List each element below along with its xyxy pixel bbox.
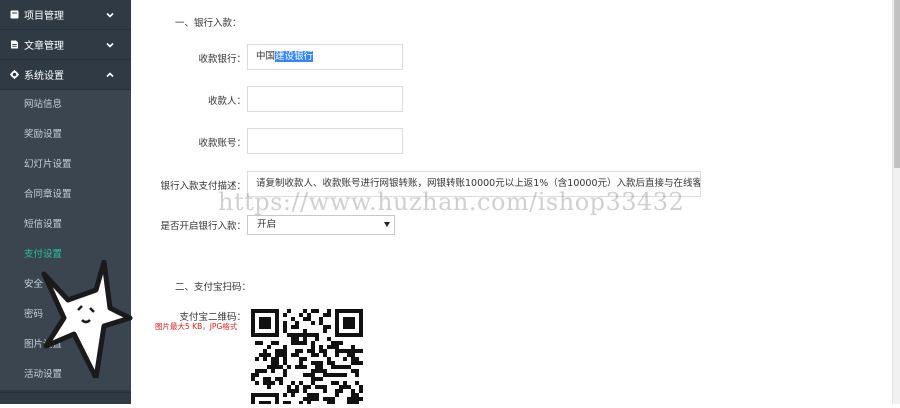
menu-group-next[interactable] bbox=[0, 392, 131, 404]
menu-group-label: 系统设置 bbox=[24, 71, 64, 82]
menu-group-label: 文章管理 bbox=[24, 41, 64, 52]
bank-input-selection: 建设银行 bbox=[275, 51, 314, 62]
menu-group-articles[interactable]: 文章管理 bbox=[0, 30, 131, 60]
chevron-down-icon bbox=[106, 42, 114, 48]
enable-bank-select[interactable]: 开启 bbox=[247, 215, 395, 235]
upload-hint: 图片最大5 KB，JPG格式 bbox=[155, 322, 238, 331]
menu-group-projects[interactable]: 项目管理 bbox=[0, 0, 131, 30]
payee-input[interactable] bbox=[247, 86, 403, 112]
gear-icon bbox=[10, 70, 19, 79]
dropdown-arrow-icon bbox=[384, 222, 390, 227]
bank-label: 收款银行： bbox=[198, 54, 246, 65]
book-icon bbox=[10, 10, 19, 19]
account-input[interactable] bbox=[247, 128, 403, 154]
menu-group-label: 项目管理 bbox=[24, 11, 64, 22]
chevron-down-icon bbox=[106, 12, 114, 18]
watermark: https://www.huzhan.com/ishop33432 bbox=[218, 188, 685, 216]
enable-bank-value: 开启 bbox=[257, 219, 277, 230]
scrollbar-thumb[interactable] bbox=[894, 0, 900, 168]
payee-label: 收款人： bbox=[207, 96, 246, 107]
sidebar-item-site-info[interactable]: 网站信息 bbox=[0, 90, 131, 120]
sidebar-item-sms[interactable]: 短信设置 bbox=[0, 210, 131, 240]
bank-section-title: 一、银行入款： bbox=[175, 18, 242, 29]
bank-input[interactable]: 中国建设银行 bbox=[247, 44, 403, 70]
menu-group-system-settings[interactable]: 系统设置 bbox=[0, 60, 131, 90]
alipay-qr-code[interactable] bbox=[249, 307, 365, 408]
account-label: 收款账号： bbox=[198, 138, 246, 149]
sidebar-item-slides[interactable]: 幻灯片设置 bbox=[0, 150, 131, 180]
page-scrollbar[interactable] bbox=[892, 0, 900, 404]
qr-code-image bbox=[251, 309, 363, 408]
alipay-section-title: 二、支付宝扫码： bbox=[175, 282, 252, 293]
file-icon bbox=[11, 40, 18, 49]
chevron-up-icon bbox=[106, 72, 114, 78]
sidebar-item-rewards[interactable]: 奖励设置 bbox=[0, 120, 131, 150]
sidebar-item-contract-seal[interactable]: 合同章设置 bbox=[0, 180, 131, 210]
enable-bank-label: 是否开启银行入款： bbox=[160, 221, 246, 232]
bank-input-text: 中国 bbox=[256, 51, 276, 62]
cat-logo-watermark bbox=[41, 260, 133, 378]
